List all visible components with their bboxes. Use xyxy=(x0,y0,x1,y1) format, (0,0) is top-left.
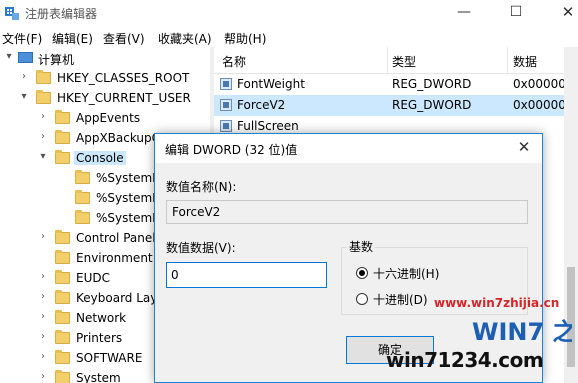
radio-decimal-label[interactable]: 十进制(D) xyxy=(373,291,428,308)
folder-icon xyxy=(55,270,70,284)
tree-item-appevents[interactable]: › AppEvents xyxy=(0,109,210,129)
folder-icon xyxy=(36,90,51,104)
folder-icon xyxy=(55,230,70,244)
folder-icon xyxy=(55,110,70,124)
tree-item-label: %SystemR xyxy=(96,191,161,205)
chevron-right-icon[interactable]: › xyxy=(37,111,49,125)
value-name-label: 数值名称(N): xyxy=(166,180,237,194)
chevron-down-icon[interactable]: ▾ xyxy=(37,151,49,165)
tree-item-label: %SystemR xyxy=(96,211,161,225)
chevron-right-icon[interactable]: › xyxy=(37,271,49,285)
folder-icon xyxy=(55,150,70,164)
folder-icon xyxy=(36,70,51,84)
tree-item-label: System xyxy=(76,371,121,383)
tree-item-label: AppEvents xyxy=(76,111,141,125)
chevron-right-icon[interactable]: › xyxy=(37,131,49,145)
chevron-right-icon[interactable]: › xyxy=(37,311,49,325)
tree-item-label: %SystemR xyxy=(96,171,161,185)
vertical-scrollbar[interactable] xyxy=(564,47,578,383)
minimize-button[interactable]: — xyxy=(441,0,487,27)
column-divider[interactable] xyxy=(507,47,508,73)
chevron-right-icon[interactable]: › xyxy=(18,71,30,85)
title-bar: 注册表编辑器 — ☐ ✕ xyxy=(0,0,578,27)
folder-icon xyxy=(55,130,70,144)
window-title: 注册表编辑器 xyxy=(25,7,98,21)
value-data-input[interactable] xyxy=(166,262,327,288)
column-divider[interactable] xyxy=(387,47,388,73)
registry-editor-window: 注册表编辑器 — ☐ ✕ 文件(F) 编辑(E) 查看(V) 收藏夹(A) 帮助… xyxy=(0,0,578,383)
dword-value-icon xyxy=(220,78,232,90)
chevron-down-icon[interactable]: ▾ xyxy=(18,91,30,105)
radio-hexadecimal[interactable] xyxy=(356,267,368,279)
tree-item-label: Control Panel xyxy=(76,231,156,245)
value-type: REG_DWORD xyxy=(392,77,472,91)
tree-item-label: Console xyxy=(74,151,126,165)
folder-icon xyxy=(75,190,90,204)
menu-edit[interactable]: 编辑(E) xyxy=(52,30,93,47)
folder-icon xyxy=(55,350,70,364)
radio-decimal[interactable] xyxy=(356,293,368,305)
chevron-right-icon[interactable]: › xyxy=(37,351,49,365)
column-header-data[interactable]: 数据 xyxy=(513,53,537,70)
menu-file[interactable]: 文件(F) xyxy=(2,30,42,47)
radio-hexadecimal-label[interactable]: 十六进制(H) xyxy=(373,265,439,282)
dword-value-icon xyxy=(220,99,232,111)
tree-item-computer[interactable]: ▾ 计算机 xyxy=(0,49,210,69)
tree-item-label: Keyboard Lay xyxy=(76,291,158,305)
dialog-close-button[interactable]: ✕ xyxy=(513,138,535,158)
registry-app-icon xyxy=(5,7,19,20)
tree-item-hkcu[interactable]: ▾ HKEY_CURRENT_USER xyxy=(0,89,210,109)
list-row[interactable]: FontWeight REG_DWORD 0x000001 xyxy=(214,74,578,95)
tree-item-label: SOFTWARE xyxy=(76,351,143,365)
tree-item-label: Environment xyxy=(76,251,153,265)
chevron-down-icon[interactable]: ▾ xyxy=(3,51,15,65)
value-name-field: ForceV2 xyxy=(166,200,528,224)
tree-item-label: 计算机 xyxy=(38,53,75,67)
ok-button[interactable]: 确定 xyxy=(346,336,434,364)
tree-item-label: Network xyxy=(76,311,127,325)
value-data-label: 数值数据(V): xyxy=(166,241,236,255)
value-type: REG_DWORD xyxy=(392,98,472,112)
dialog-title: 编辑 DWORD (32 位)值 xyxy=(165,143,298,157)
scrollbar-thumb[interactable] xyxy=(567,267,575,367)
edit-dword-dialog: 编辑 DWORD (32 位)值 ✕ 数值名称(N): ForceV2 数值数据… xyxy=(154,133,543,383)
maximize-button[interactable]: ☐ xyxy=(493,0,539,27)
value-name: FullScreen xyxy=(237,119,299,133)
chevron-right-icon[interactable]: › xyxy=(37,291,49,305)
close-button[interactable]: ✕ xyxy=(545,0,578,27)
base-label: 基数 xyxy=(347,238,376,255)
tree-item-label: EUDC xyxy=(76,271,110,285)
menu-favorites[interactable]: 收藏夹(A) xyxy=(158,30,212,47)
computer-icon xyxy=(18,52,33,63)
tree-item-label: HKEY_CLASSES_ROOT xyxy=(57,71,190,85)
chevron-right-icon[interactable]: › xyxy=(37,331,49,345)
tree-item-hkcr[interactable]: › HKEY_CLASSES_ROOT xyxy=(0,69,210,89)
tree-item-label: AppXBackupC xyxy=(76,131,161,145)
dialog-title-bar: 编辑 DWORD (32 位)值 ✕ xyxy=(155,134,542,163)
list-row[interactable]: ForceV2 REG_DWORD 0x000000 xyxy=(214,95,578,116)
tree-item-label: Printers xyxy=(76,331,123,345)
folder-icon xyxy=(75,170,90,184)
folder-icon xyxy=(55,310,70,324)
menu-bar: 文件(F) 编辑(E) 查看(V) 收藏夹(A) 帮助(H) xyxy=(0,27,578,47)
folder-icon xyxy=(55,330,70,344)
folder-icon xyxy=(55,250,70,264)
menu-view[interactable]: 查看(V) xyxy=(103,30,145,47)
chevron-right-icon[interactable]: › xyxy=(37,231,49,245)
menu-help[interactable]: 帮助(H) xyxy=(224,30,266,47)
folder-icon xyxy=(55,370,70,383)
value-name: ForceV2 xyxy=(237,98,286,112)
value-name-text: ForceV2 xyxy=(172,205,221,219)
column-header-type[interactable]: 类型 xyxy=(392,53,416,70)
dword-value-icon xyxy=(220,120,232,132)
value-name: FontWeight xyxy=(237,77,305,91)
tree-item-label: HKEY_CURRENT_USER xyxy=(57,91,191,105)
folder-icon xyxy=(75,210,90,224)
column-header-name[interactable]: 名称 xyxy=(222,53,246,70)
folder-icon xyxy=(55,290,70,304)
chevron-right-icon[interactable]: › xyxy=(37,371,49,383)
list-header: 名称 类型 数据 xyxy=(214,47,578,74)
